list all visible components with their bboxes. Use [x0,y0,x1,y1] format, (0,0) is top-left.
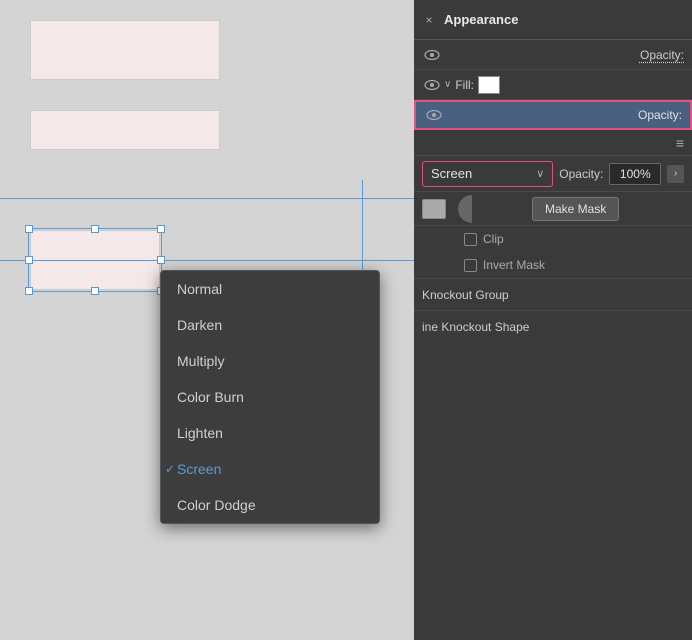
mask-swatch [422,199,446,219]
dropdown-item-multiply[interactable]: Multiply [161,343,379,379]
knockout-group-label: Knockout Group [422,288,509,302]
fill-row: ∨ Fill: [414,70,692,100]
eye-icon-opacity2[interactable] [424,105,444,125]
selection-box [28,228,162,292]
dropdown-item-lighten[interactable]: Lighten [161,415,379,451]
opacity-highlighted-row: Opacity: [414,100,692,130]
dropdown-item-screen-label: Screen [177,461,221,477]
blend-mode-value: Screen [431,166,472,181]
define-knockout-row: ine Knockout Shape [414,310,692,342]
dropdown-item-colorburn[interactable]: Color Burn [161,379,379,415]
fill-chevron[interactable]: ∨ [444,79,451,90]
panel-close-button[interactable]: × [422,13,436,27]
canvas-rect-1 [30,20,220,80]
handle-mr [157,256,165,264]
eye-icon-opacity[interactable] [422,45,442,65]
handle-tr [157,225,165,233]
fill-color-swatch[interactable] [478,76,500,94]
blend-mode-dropdown[interactable]: Screen ∨ [422,161,553,187]
dropdown-item-normal[interactable]: Normal [161,271,379,307]
opacity-small-label: Opacity: [559,167,603,181]
handle-tm [91,225,99,233]
blend-dropdown-arrow-icon: ∨ [536,167,544,180]
eye-icon-fill[interactable] [422,75,442,95]
panel-header: × Appearance [414,0,692,40]
opacity-highlighted-label: Opacity: [638,108,682,122]
make-mask-row: Make Mask [414,192,692,226]
dropdown-item-lighten-label: Lighten [177,425,223,441]
clip-label: Clip [483,232,504,246]
invert-mask-row: Invert Mask [414,252,692,278]
dropdown-item-darken[interactable]: Darken [161,307,379,343]
dropdown-item-multiply-label: Multiply [177,353,224,369]
invert-mask-label: Invert Mask [483,258,545,272]
dropdown-check-icon: ✓ [165,462,175,476]
clip-row: Clip [414,226,692,252]
handle-tl [25,225,33,233]
dropdown-item-darken-label: Darken [177,317,222,333]
make-mask-button[interactable]: Make Mask [532,197,619,221]
appearance-panel: × Appearance Opacity: ∨ Fill: [414,0,692,640]
dropdown-item-colordodge-label: Color Dodge [177,497,256,513]
guide-line-h1 [0,198,415,199]
invert-mask-checkbox[interactable] [464,259,477,272]
clip-checkbox[interactable] [464,233,477,246]
opacity-row: Opacity: [414,40,692,70]
panel-title: Appearance [444,12,518,27]
panel-menu-icon[interactable]: ≡ [676,135,684,151]
canvas-rect-2 [30,110,220,150]
knockout-group-row: Knockout Group [414,278,692,310]
opacity-label: Opacity: [640,48,684,62]
handle-ml [25,256,33,264]
opacity-arrow-button[interactable]: › [667,165,684,183]
define-knockout-label: ine Knockout Shape [422,320,529,334]
menu-icon-row: ≡ [414,130,692,156]
mask-circle-shape [458,195,486,223]
dropdown-item-screen[interactable]: ✓ Screen [161,451,379,487]
opacity-input[interactable] [609,163,661,185]
blend-mode-row: Screen ∨ Opacity: › [414,156,692,192]
blend-mode-dropdown-menu: Normal Darken Multiply Color Burn Lighte… [160,270,380,524]
handle-bl [25,287,33,295]
handle-bm [91,287,99,295]
dropdown-item-colordodge[interactable]: Color Dodge [161,487,379,523]
dropdown-item-normal-label: Normal [177,281,222,297]
fill-label: Fill: [455,78,474,92]
dropdown-item-colorburn-label: Color Burn [177,389,244,405]
